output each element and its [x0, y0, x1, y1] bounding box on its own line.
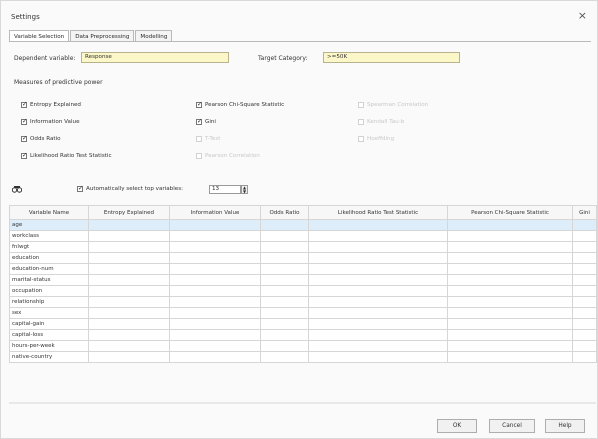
variable-name-cell: hours-per-week — [9, 340, 89, 352]
variable-name-cell: native-country — [9, 351, 89, 363]
tab-divider — [9, 41, 591, 42]
measures-column-1: Entropy Explained Information Value Odds… — [21, 96, 112, 164]
checkbox-label: T-Test — [205, 135, 221, 142]
variable-name-cell: marital-status — [9, 274, 89, 286]
table-bottom-divider — [9, 402, 596, 404]
measures-column-3: Spearman Correlation Kendall Tau-b Hoeff… — [358, 96, 428, 147]
table-header-row: Variable Name Entropy Explained Informat… — [9, 205, 597, 220]
table-row[interactable]: capital-loss — [9, 329, 597, 341]
table-row[interactable]: age — [9, 219, 597, 231]
variable-name-cell: capital-gain — [9, 318, 89, 330]
pearson-correlation-option: Pearson Correlation — [196, 147, 284, 164]
information-value-option[interactable]: Information Value — [21, 113, 112, 130]
pearson-chi-square-option[interactable]: Pearson Chi-Square Statistic — [196, 96, 284, 113]
table-row[interactable]: relationship — [9, 296, 597, 308]
likelihood-ratio-option[interactable]: Likelihood Ratio Test Statistic — [21, 147, 112, 164]
dependent-variable-field[interactable]: Response — [81, 52, 229, 63]
column-header[interactable]: Information Value — [169, 205, 261, 220]
column-header[interactable]: Odds Ratio — [260, 205, 309, 220]
top-variables-input[interactable]: 13 — [209, 185, 241, 194]
top-variables-stepper[interactable]: ▲ ▼ — [241, 185, 248, 194]
dependent-variable-label: Dependent variable: — [14, 55, 76, 62]
column-header[interactable]: Pearson Chi-Square Statistic — [447, 205, 573, 220]
entropy-explained-checkbox[interactable] — [21, 100, 27, 108]
checkbox-label: Gini — [205, 118, 216, 125]
table-row[interactable]: native-country — [9, 351, 597, 363]
variable-name-cell: occupation — [9, 285, 89, 297]
column-header[interactable]: Likelihood Ratio Test Statistic — [308, 205, 448, 220]
target-category-field[interactable]: >=50K — [323, 52, 460, 63]
likelihood-ratio-checkbox[interactable] — [21, 151, 27, 159]
checkbox-label: Hoeffding — [367, 135, 395, 142]
pearson-correlation-checkbox — [196, 152, 202, 159]
measures-section-title: Measures of predictive power — [14, 79, 103, 86]
table-row[interactable]: capital-gain — [9, 318, 597, 330]
target-category-label: Target Category: — [258, 55, 308, 62]
ok-button[interactable]: OK — [437, 419, 477, 433]
table-row[interactable]: workclass — [9, 230, 597, 242]
table-row[interactable]: education-num — [9, 263, 597, 275]
help-button[interactable]: Help — [545, 419, 585, 433]
variable-name-cell: education-num — [9, 263, 89, 275]
checkbox-label: Pearson Correlation — [205, 152, 260, 159]
variable-name-cell: relationship — [9, 296, 89, 308]
column-header[interactable]: Entropy Explained — [88, 205, 170, 220]
dialog-title: Settings — [11, 13, 40, 21]
variable-name-cell: age — [9, 219, 89, 231]
checkbox-label: Information Value — [30, 118, 80, 125]
settings-dialog: Settings × Variable Selection Data Prepr… — [0, 0, 598, 439]
hoeffding-option: Hoeffding — [358, 130, 428, 147]
spearman-correlation-option: Spearman Correlation — [358, 96, 428, 113]
table-row[interactable]: marital-status — [9, 274, 597, 286]
variable-name-cell: fnlwgt — [9, 241, 89, 253]
column-header[interactable]: Gini — [572, 205, 597, 220]
odds-ratio-checkbox[interactable] — [21, 134, 27, 142]
table-row[interactable]: occupation — [9, 285, 597, 297]
kendall-tau-checkbox — [358, 118, 364, 125]
checkbox-label: Kendall Tau-b — [367, 118, 405, 125]
checkbox-label: Pearson Chi-Square Statistic — [205, 101, 285, 108]
table-row[interactable]: hours-per-week — [9, 340, 597, 352]
auto-select-label: Automatically select top variables: — [86, 186, 184, 192]
gini-checkbox[interactable] — [196, 117, 202, 125]
variable-name-cell: workclass — [9, 230, 89, 242]
auto-select-checkbox[interactable] — [77, 184, 83, 192]
information-value-checkbox[interactable] — [21, 117, 27, 125]
variable-name-cell: sex — [9, 307, 89, 319]
checkbox-label: Entropy Explained — [30, 101, 81, 108]
gini-option[interactable]: Gini — [196, 113, 284, 130]
cancel-button[interactable]: Cancel — [489, 419, 535, 433]
t-test-checkbox — [196, 135, 202, 142]
variable-name-cell: education — [9, 252, 89, 264]
spearman-correlation-checkbox — [358, 101, 364, 108]
checkbox-label: Odds Ratio — [30, 135, 61, 142]
table-row[interactable]: sex — [9, 307, 597, 319]
hoeffding-checkbox — [358, 135, 364, 142]
t-test-option: T-Test — [196, 130, 284, 147]
table-row[interactable]: education — [9, 252, 597, 264]
close-icon[interactable]: × — [578, 9, 587, 22]
auto-select-option[interactable]: Automatically select top variables: — [77, 184, 184, 192]
pearson-chi-square-checkbox[interactable] — [196, 100, 202, 108]
binoculars-icon[interactable] — [11, 185, 23, 193]
odds-ratio-option[interactable]: Odds Ratio — [21, 130, 112, 147]
table-row[interactable]: fnlwgt — [9, 241, 597, 253]
variable-name-cell: capital-loss — [9, 329, 89, 341]
measures-column-2: Pearson Chi-Square Statistic Gini T-Test… — [196, 96, 284, 164]
binoculars-icon-svg — [11, 186, 23, 193]
column-header[interactable]: Variable Name — [9, 205, 89, 220]
variables-table: Variable Name Entropy Explained Informat… — [9, 205, 597, 363]
checkbox-label: Spearman Correlation — [367, 101, 429, 108]
kendall-tau-option: Kendall Tau-b — [358, 113, 428, 130]
checkbox-label: Likelihood Ratio Test Statistic — [30, 152, 112, 159]
entropy-explained-option[interactable]: Entropy Explained — [21, 96, 112, 113]
